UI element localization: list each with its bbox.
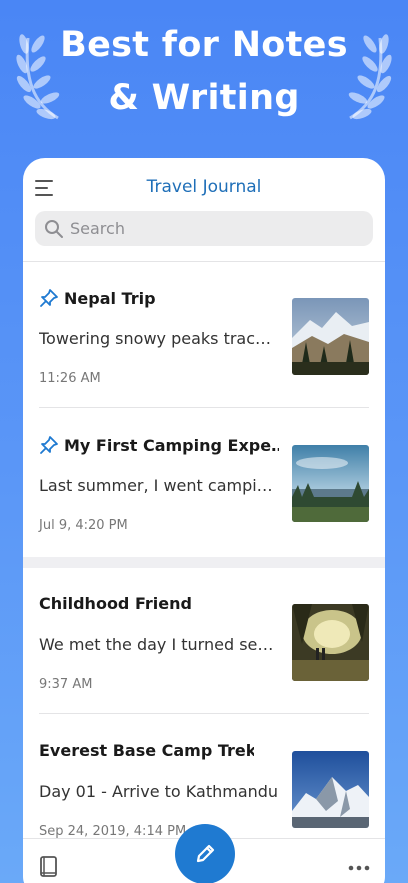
divider	[39, 713, 369, 714]
pin-icon	[40, 436, 58, 454]
note-item[interactable]: My First Camping Expe… Last summer, I we…	[23, 409, 385, 555]
note-item[interactable]: Childhood Friend We met the day I turned…	[23, 568, 385, 714]
page-title: Travel Journal	[146, 177, 262, 197]
note-time: Sep 24, 2019, 4:14 PM	[39, 824, 187, 839]
divider	[39, 407, 369, 408]
note-snippet: Last summer, I went campi…	[39, 476, 273, 495]
note-time: Jul 9, 4:20 PM	[39, 518, 128, 533]
search-bar[interactable]	[35, 211, 373, 246]
note-snippet: Towering snowy peaks trac…	[39, 329, 272, 348]
note-title: Everest Base Camp Trek	[39, 741, 254, 760]
note-title: Childhood Friend	[39, 594, 192, 613]
note-snippet: Day 01 - Arrive to Kathmandu	[39, 782, 279, 801]
note-thumbnail	[292, 298, 369, 375]
note-thumbnail	[292, 604, 369, 681]
more-icon[interactable]	[347, 864, 371, 872]
laurel-icon	[348, 34, 392, 120]
note-thumbnail	[292, 751, 369, 828]
note-title: My First Camping Expe…	[64, 435, 279, 455]
note-time: 11:26 AM	[39, 371, 101, 386]
book-icon[interactable]	[39, 856, 59, 878]
note-item[interactable]: Nepal Trip Towering snowy peaks trac… 11…	[23, 262, 385, 408]
note-snippet: We met the day I turned se…	[39, 635, 274, 654]
app-window: Travel Journal Nepal Trip Towering snowy…	[23, 158, 385, 883]
top-bar: Travel Journal	[23, 158, 385, 216]
pin-icon	[40, 289, 58, 307]
search-input[interactable]	[70, 219, 350, 238]
pencil-icon	[196, 844, 215, 863]
note-thumbnail	[292, 445, 369, 522]
note-time: 9:37 AM	[39, 677, 93, 692]
promo-header: Best for Notes & Writing	[0, 0, 408, 150]
compose-button[interactable]	[175, 824, 235, 883]
search-icon	[45, 219, 63, 238]
section-separator	[23, 557, 385, 568]
note-title: Nepal Trip	[64, 288, 156, 308]
